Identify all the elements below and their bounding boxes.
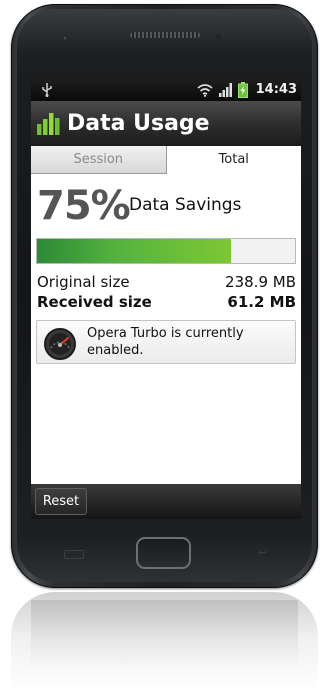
original-size-value: 238.9 MB [225,273,296,291]
savings-progress-fill [37,239,231,263]
received-size-value: 61.2 MB [227,293,296,311]
tab-bar: Session Total [31,146,301,174]
tab-total[interactable]: Total [166,146,301,174]
savings-label: Data Savings [129,195,242,215]
signal-icon [219,83,232,97]
screen-reflection [31,600,298,670]
back-key-icon[interactable]: ↩ [258,547,272,558]
received-size-label: Received size [37,293,152,311]
battery-charging-icon [238,82,248,98]
earpiece-speaker [130,32,200,38]
app-title: Data Usage [67,111,210,136]
original-size-label: Original size [37,273,130,291]
savings-percent: 75% [37,183,131,229]
bar-chart-icon [37,113,60,135]
screen: 14:43 Data Usage Session Total 75% Data … [31,79,301,519]
reset-button[interactable]: Reset [35,488,87,515]
phone-reflection [11,592,318,692]
proximity-sensor [216,34,221,39]
status-bar: 14:43 [31,79,301,101]
app-title-bar: Data Usage [31,101,301,146]
front-camera [62,35,68,41]
status-time: 14:43 [255,82,297,97]
turbo-status-notice: Opera Turbo is currently enabled. [36,320,296,364]
received-size-row: Received size 61.2 MB [37,293,296,313]
usb-icon [42,83,52,97]
savings-progress-bar [36,238,296,264]
home-button[interactable] [136,537,191,569]
original-size-row: Original size 238.9 MB [37,273,296,293]
bottom-action-bar: Reset [31,484,301,519]
wifi-icon [197,84,213,97]
speedometer-icon [44,328,76,360]
menu-key-icon[interactable] [64,550,84,559]
tab-session[interactable]: Session [31,146,167,174]
turbo-status-text: Opera Turbo is currently enabled. [87,326,244,358]
